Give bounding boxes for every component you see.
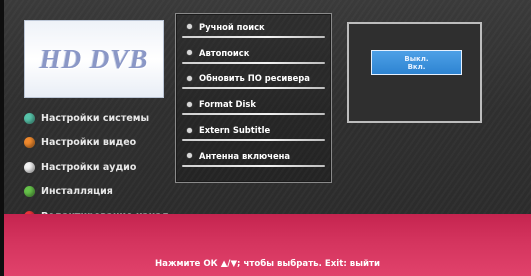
hd-dvb-logo: HD DVB	[24, 20, 164, 98]
submenu-item-manual-search[interactable]: Ручной поиск	[176, 14, 331, 40]
submenu-label: Format Disk	[199, 99, 256, 110]
main-menu-item-audio-settings[interactable]: Настройки аудио	[24, 155, 174, 180]
bullet-icon	[187, 101, 192, 107]
installation-submenu: Ручной поиск Автопоиск Обновить ПО ресив…	[175, 13, 332, 183]
navigation-hint: Нажмите ОК ▲/▼; чтобы выбрать. Exit: вый…	[154, 259, 380, 269]
main-menu-label: Настройки видео	[41, 137, 137, 149]
main-menu-label: Инсталляция	[41, 186, 113, 198]
main-menu-label: Настройки системы	[41, 112, 150, 124]
submenu-label: Ручной поиск	[199, 21, 265, 32]
main-menu-label: Настройки аудио	[41, 161, 137, 173]
main-menu-item-installation[interactable]: Инсталляция	[24, 180, 174, 205]
main-menu-item-system-settings[interactable]: Настройки системы	[24, 106, 174, 131]
main-menu-item-video-settings[interactable]: Настройки видео	[24, 131, 174, 156]
submenu-item-format-disk[interactable]: Format Disk	[176, 91, 331, 117]
orange-dot-icon	[24, 137, 35, 149]
submenu-label: Extern Subtitle	[199, 125, 271, 136]
bottom-hint-bar: Нажмите ОК ▲/▼; чтобы выбрать. Exit: вый…	[4, 214, 531, 276]
main-menu: Настройки системы Настройки видео Настро…	[24, 106, 174, 229]
green-dot-icon	[24, 112, 35, 124]
bullet-icon	[187, 75, 192, 81]
white-dot-icon	[24, 161, 35, 173]
submenu-item-auto-search[interactable]: Автопоиск	[176, 40, 331, 66]
submenu-label: Обновить ПО ресивера	[199, 73, 310, 84]
bullet-icon	[187, 24, 192, 30]
bullet-icon	[187, 153, 192, 159]
submenu-item-extern-subtitle[interactable]: Extern Subtitle	[176, 117, 331, 143]
bullet-icon	[187, 127, 192, 133]
submenu-label: Автопоиск	[199, 47, 250, 58]
light-green-dot-icon	[24, 186, 35, 198]
submenu-item-antenna-power[interactable]: Антенна включена	[176, 143, 331, 169]
submenu-label: Антенна включена	[199, 150, 291, 161]
logo-text: HD DVB	[39, 43, 149, 74]
bullet-icon	[187, 50, 192, 56]
option-on[interactable]: Вкл.	[371, 63, 462, 71]
submenu-item-firmware-update[interactable]: Обновить ПО ресивера	[176, 66, 331, 92]
antenna-option-panel: Выкл. Вкл.	[347, 22, 482, 123]
option-off[interactable]: Выкл.	[371, 55, 462, 63]
tv-screen: HD DVB Настройки системы Настройки видео…	[4, 0, 531, 276]
